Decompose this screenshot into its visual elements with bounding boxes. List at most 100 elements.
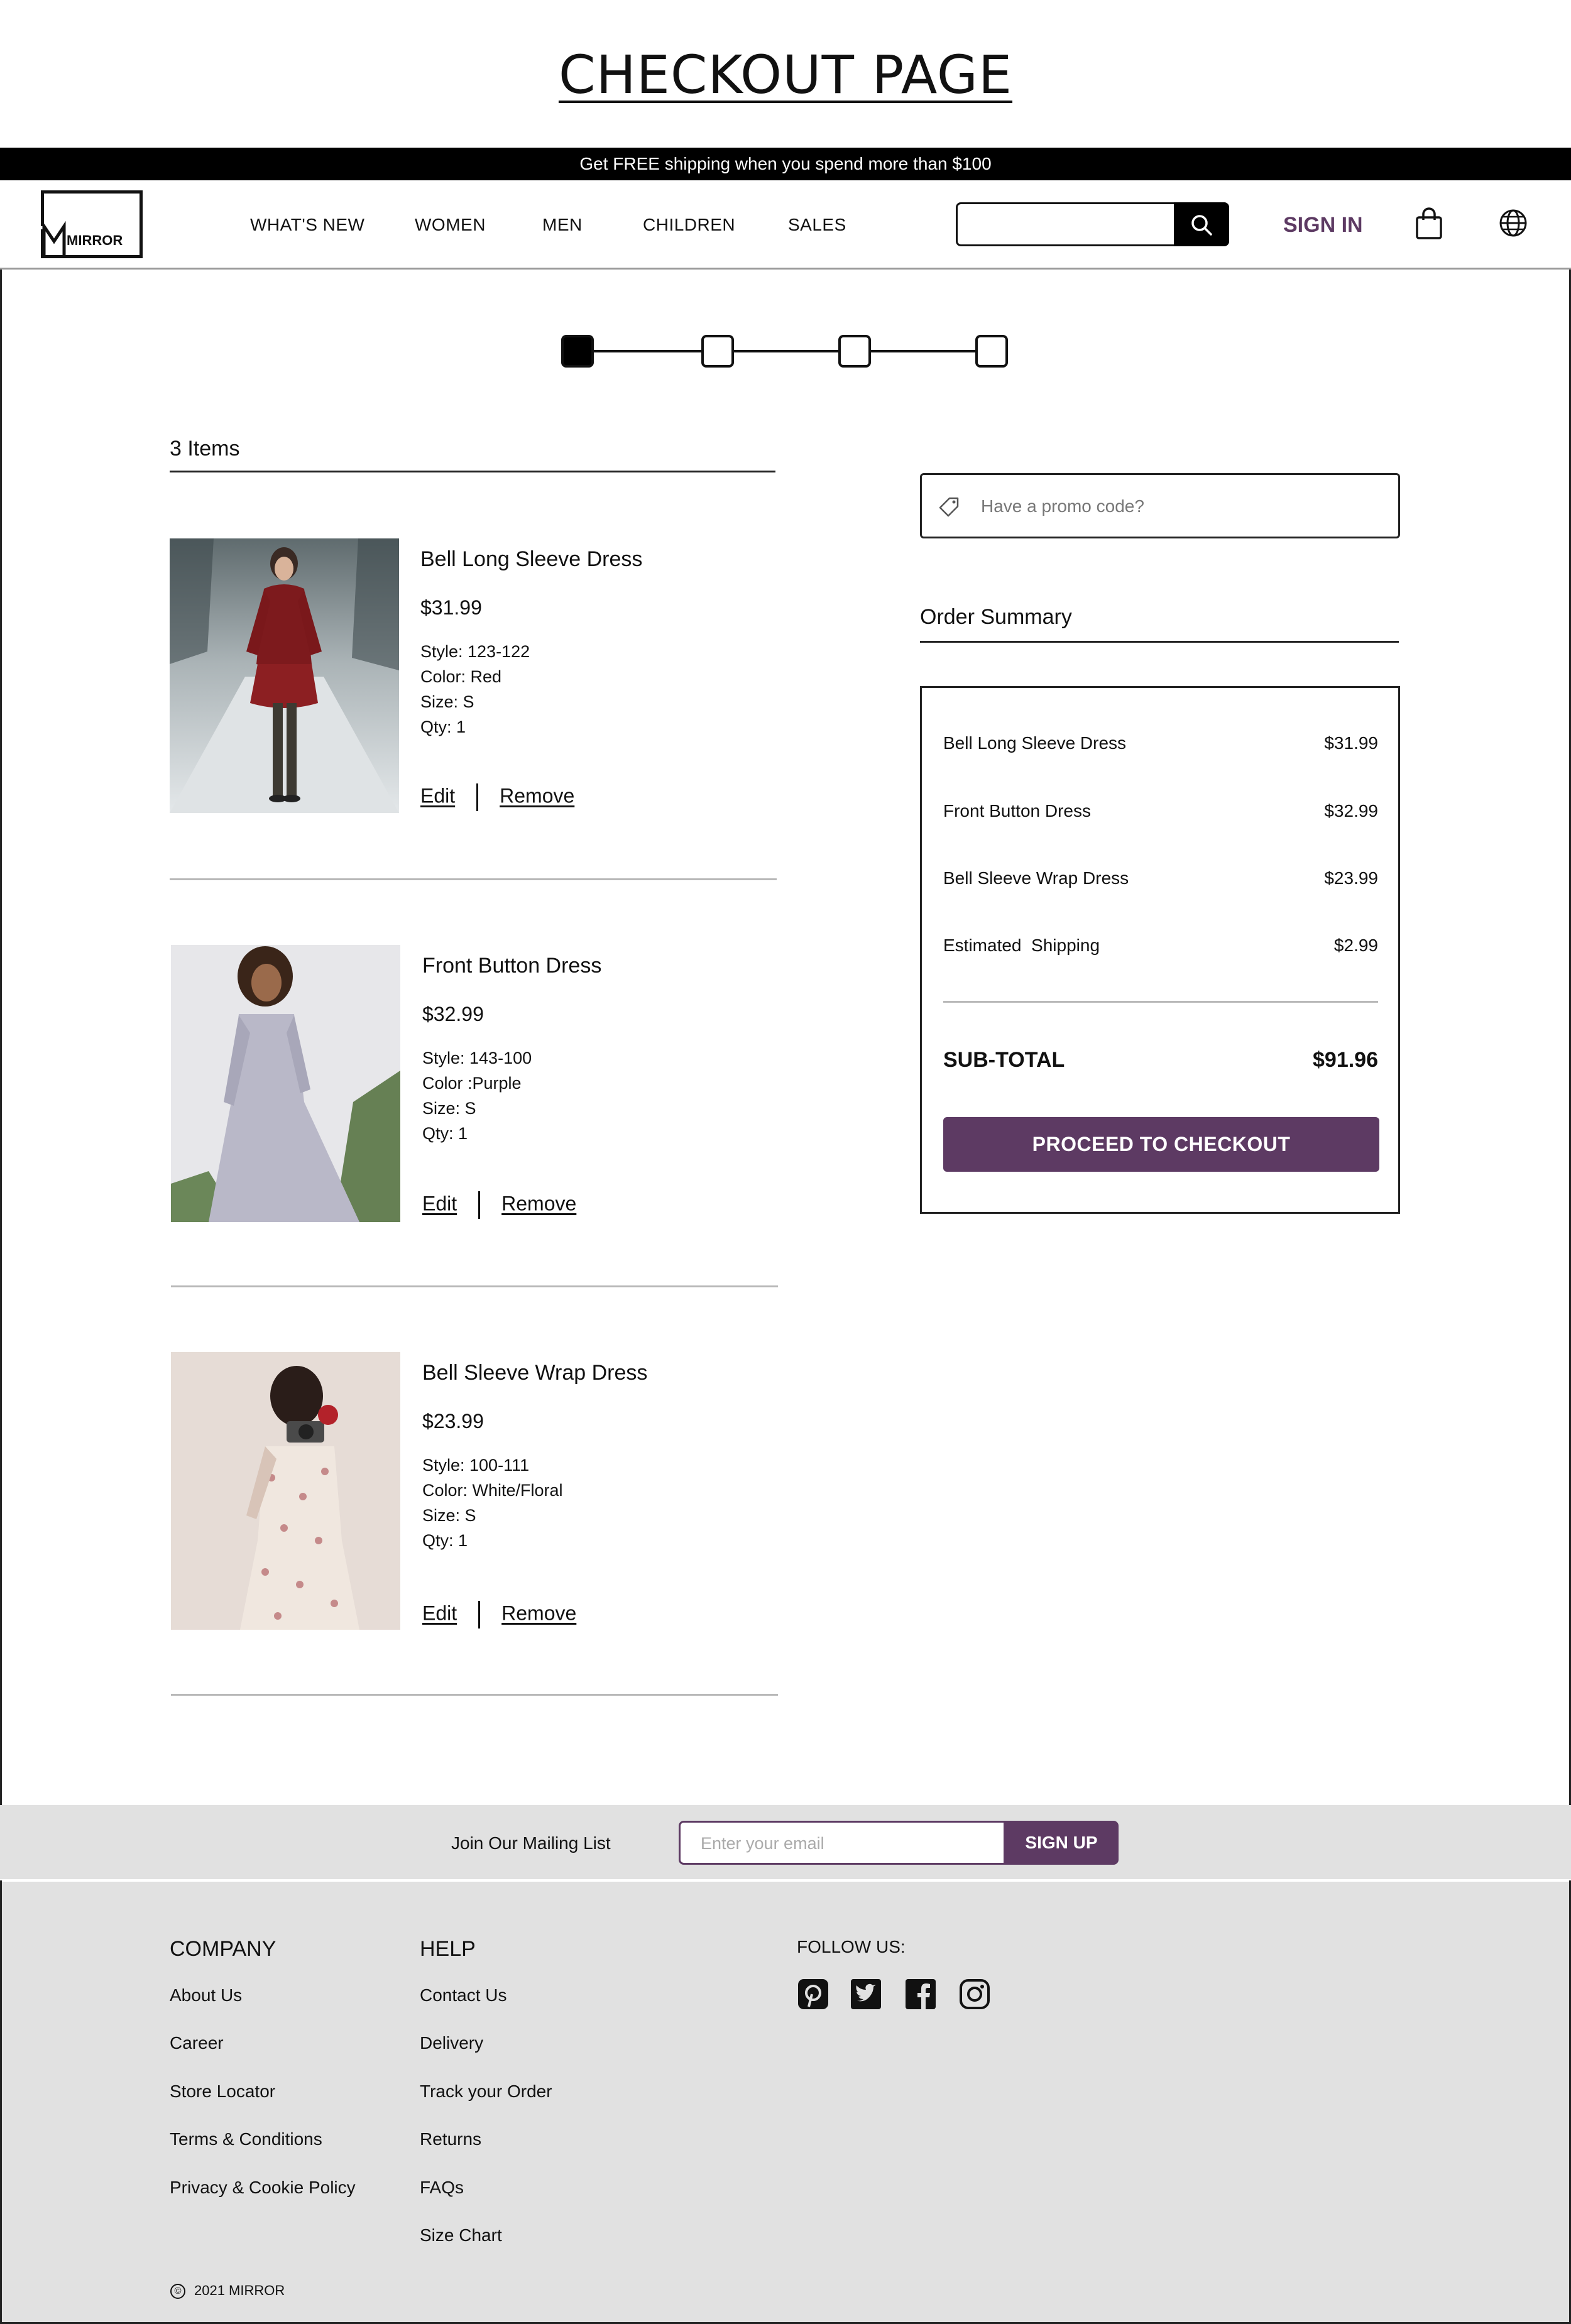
product-size: Size: S — [420, 692, 474, 711]
product-size: Size: S — [422, 1506, 476, 1525]
search-icon — [1191, 215, 1212, 236]
step-4[interactable] — [975, 335, 1008, 368]
mailing-list-band: Join Our Mailing List Enter your email S… — [0, 1805, 1571, 1880]
product-qty: Qty: 1 — [422, 1531, 468, 1550]
stepper-line — [580, 350, 995, 352]
summary-row: Bell Long Sleeve Dress $31.99 — [943, 733, 1378, 753]
product-qty: Qty: 1 — [422, 1124, 468, 1143]
order-summary-title: Order Summary — [920, 605, 1072, 629]
email-input[interactable]: Enter your email — [679, 1821, 1005, 1865]
mailing-list-label: Join Our Mailing List — [451, 1833, 611, 1853]
promo-code-placeholder: Have a promo code? — [981, 496, 1144, 516]
nav-whats-new[interactable]: WHAT'S NEW — [250, 215, 364, 235]
product-price: $23.99 — [422, 1410, 484, 1432]
footer-link-career[interactable]: Career — [170, 2033, 224, 2053]
facebook-icon[interactable] — [904, 1978, 937, 2010]
divider — [943, 1001, 1378, 1003]
subtotal-row: SUB-TOTAL $91.96 — [943, 1048, 1378, 1072]
shopping-bag-icon[interactable] — [1415, 207, 1443, 240]
summary-row-amount: $23.99 — [1324, 868, 1378, 888]
step-2[interactable] — [701, 335, 734, 368]
product-style: Style: 123-122 — [420, 642, 530, 661]
footer-link-size-chart[interactable]: Size Chart — [420, 2225, 502, 2245]
cart-items-count: 3 Items — [170, 437, 240, 461]
divider — [478, 1601, 481, 1628]
divider — [171, 1285, 778, 1287]
product-qty: Qty: 1 — [420, 717, 466, 736]
product-style: Style: 143-100 — [422, 1049, 532, 1067]
footer-help-title: HELP — [420, 1937, 476, 1961]
divider — [170, 878, 777, 880]
footer-link-track-order[interactable]: Track your Order — [420, 2081, 552, 2102]
summary-row-label: Bell Long Sleeve Dress — [943, 733, 1127, 753]
divider — [476, 783, 479, 811]
product-name[interactable]: Front Button Dress — [422, 954, 601, 978]
footer-link-terms[interactable]: Terms & Conditions — [170, 2129, 322, 2149]
subtotal-label: SUB-TOTAL — [943, 1048, 1065, 1072]
site-header: MIRROR WHAT'S NEW WOMEN MEN CHILDREN SAL… — [0, 180, 1571, 270]
globe-icon[interactable] — [1498, 208, 1528, 238]
summary-row: Front Button Dress $32.99 — [943, 801, 1378, 821]
sign-in-link[interactable]: SIGN IN — [1283, 213, 1363, 237]
footer-link-contact-us[interactable]: Contact Us — [420, 1985, 507, 2005]
edit-link[interactable]: Edit — [420, 784, 455, 807]
footer-link-about-us[interactable]: About Us — [170, 1985, 242, 2005]
divider — [171, 1694, 778, 1696]
divider — [920, 641, 1399, 643]
proceed-to-checkout-button[interactable]: PROCEED TO CHECKOUT — [943, 1117, 1379, 1172]
item-actions: Edit Remove — [422, 1191, 576, 1219]
divider — [170, 471, 775, 472]
footer-link-returns[interactable]: Returns — [420, 2129, 481, 2149]
product-image[interactable] — [171, 1352, 400, 1630]
summary-row-shipping: Estimated Shipping $2.99 — [943, 936, 1378, 956]
product-image[interactable] — [171, 945, 400, 1222]
remove-link[interactable]: Remove — [501, 1601, 576, 1624]
footer-company-title: COMPANY — [170, 1937, 276, 1961]
summary-row-label: Bell Sleeve Wrap Dress — [943, 868, 1129, 888]
product-color: Color: White/Floral — [422, 1481, 563, 1500]
summary-row-label: Front Button Dress — [943, 801, 1091, 821]
product-name[interactable]: Bell Sleeve Wrap Dress — [422, 1361, 647, 1385]
summary-row-label: Estimated Shipping — [943, 936, 1100, 955]
product-image[interactable] — [170, 538, 399, 813]
page-title: CHECKOUT PAGE — [558, 44, 1013, 106]
free-shipping-banner: Get FREE shipping when you spend more th… — [0, 148, 1571, 180]
product-price: $32.99 — [422, 1003, 484, 1025]
product-price: $31.99 — [420, 596, 482, 619]
nav-women[interactable]: WOMEN — [415, 215, 486, 235]
summary-row-amount: $32.99 — [1324, 801, 1378, 821]
edit-link[interactable]: Edit — [422, 1601, 457, 1624]
nav-children[interactable]: CHILDREN — [643, 215, 735, 235]
sign-up-button[interactable]: SIGN UP — [1004, 1821, 1119, 1865]
checkout-stepper — [561, 335, 1009, 368]
search-button[interactable] — [1174, 202, 1229, 246]
logo-m-mark — [42, 221, 66, 256]
footer-link-faqs[interactable]: FAQs — [420, 2178, 464, 2198]
step-3[interactable] — [838, 335, 871, 368]
product-color: Color :Purple — [422, 1074, 522, 1093]
nav-sales[interactable]: SALES — [788, 215, 846, 235]
search-input[interactable] — [956, 202, 1229, 246]
divider — [478, 1191, 481, 1219]
product-name[interactable]: Bell Long Sleeve Dress — [420, 547, 642, 572]
order-summary-box: Bell Long Sleeve Dress $31.99 Front Butt… — [920, 686, 1400, 1214]
summary-row: Bell Sleeve Wrap Dress $23.99 — [943, 868, 1378, 888]
mirror-logo[interactable]: MIRROR — [41, 190, 143, 258]
nav-men[interactable]: MEN — [542, 215, 583, 235]
product-style: Style: 100-111 — [422, 1456, 530, 1475]
promo-code-input[interactable]: Have a promo code? — [920, 473, 1400, 538]
remove-link[interactable]: Remove — [501, 1192, 576, 1214]
copyright: © 2021 MIRROR — [170, 2283, 285, 2299]
email-placeholder: Enter your email — [701, 1834, 824, 1853]
step-1-current[interactable] — [561, 335, 594, 368]
logo-text: MIRROR — [67, 232, 123, 248]
pinterest-icon[interactable] — [797, 1978, 829, 2010]
footer-link-store-locator[interactable]: Store Locator — [170, 2081, 275, 2102]
instagram-icon[interactable] — [958, 1978, 991, 2010]
edit-link[interactable]: Edit — [422, 1192, 457, 1214]
twitter-icon[interactable] — [850, 1978, 882, 2010]
remove-link[interactable]: Remove — [500, 784, 574, 807]
footer-link-privacy[interactable]: Privacy & Cookie Policy — [170, 2178, 356, 2198]
footer-link-delivery[interactable]: Delivery — [420, 2033, 483, 2053]
product-color: Color: Red — [420, 667, 502, 686]
